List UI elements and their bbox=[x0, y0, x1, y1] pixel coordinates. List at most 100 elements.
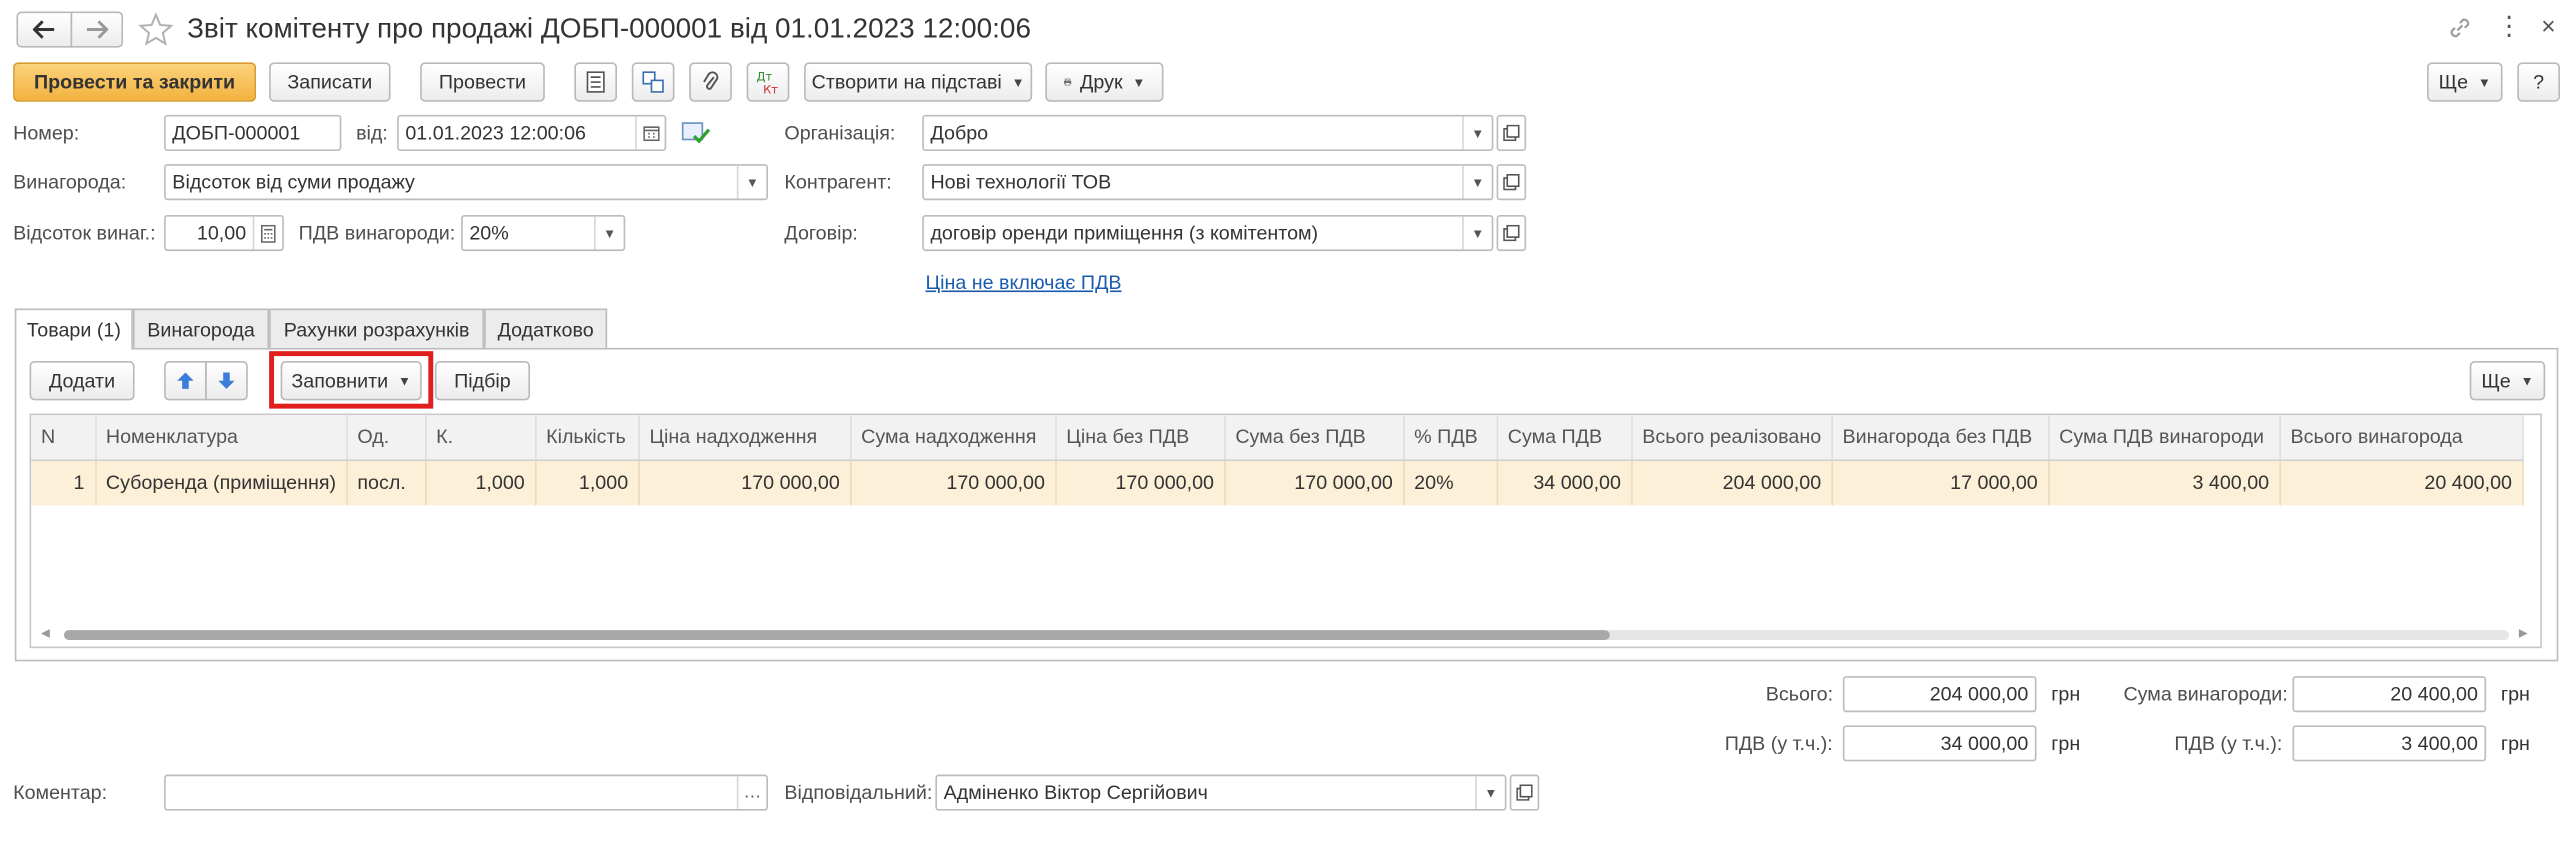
horizontal-scrollbar[interactable]: ◀ ▶ bbox=[31, 625, 2540, 645]
reward-percent-field[interactable]: 10,00 bbox=[164, 214, 284, 252]
column-header-total-reward[interactable]: Всього винагорода bbox=[2279, 415, 2524, 461]
fill-label: Заповнити bbox=[291, 369, 389, 393]
cell-total-reward[interactable]: 20 400,00 bbox=[2279, 459, 2524, 506]
column-header-price-no-vat[interactable]: Ціна без ПДВ bbox=[1055, 415, 1226, 461]
document-list-button[interactable] bbox=[574, 62, 618, 102]
pick-button[interactable]: Підбір bbox=[434, 361, 531, 401]
accounting-entries-button[interactable]: Дт Кт bbox=[746, 62, 790, 102]
forward-button[interactable] bbox=[70, 11, 124, 48]
cell-reward-vat[interactable]: 3 400,00 bbox=[2048, 459, 2281, 506]
move-down-button[interactable] bbox=[205, 361, 248, 401]
column-header-n[interactable]: N bbox=[31, 415, 96, 461]
counterparty-field[interactable]: Нові технології ТОВ ▼ bbox=[922, 164, 1494, 201]
cell-receipt-sum[interactable]: 170 000,00 bbox=[850, 459, 1057, 506]
cell-price-no-vat[interactable]: 170 000,00 bbox=[1055, 459, 1226, 506]
responsible-field[interactable]: Адміненко Віктор Сергійович ▼ bbox=[935, 774, 1507, 811]
back-button[interactable] bbox=[16, 11, 73, 48]
reward-vat-total-value: 3 400,00 bbox=[2401, 731, 2478, 755]
chevron-down-icon: ▼ bbox=[398, 373, 412, 389]
vat-total-value: 34 000,00 bbox=[1940, 731, 2029, 755]
column-header-quantity[interactable]: Кількість bbox=[535, 415, 640, 461]
structure-button[interactable] bbox=[631, 62, 675, 102]
print-button[interactable]: Друк ▼ bbox=[1045, 62, 1164, 102]
table-row[interactable]: 1 Суборенда (приміщення) посл. 1,000 1,0… bbox=[31, 459, 2524, 506]
column-header-receipt-sum[interactable]: Сума надходження bbox=[850, 415, 1057, 461]
add-row-button[interactable]: Додати bbox=[29, 361, 135, 401]
more-button[interactable]: Ще ▼ bbox=[2427, 62, 2503, 102]
fill-button[interactable]: Заповнити ▼ bbox=[280, 361, 422, 401]
cell-vat-rate[interactable]: 20% bbox=[1403, 459, 1498, 506]
column-header-sum-no-vat[interactable]: Сума без ПДВ bbox=[1224, 415, 1405, 461]
date-field[interactable]: 01.01.2023 12:00:06 bbox=[397, 114, 667, 151]
responsible-value: Адміненко Віктор Сергійович bbox=[943, 781, 1208, 805]
tab-reward[interactable]: Винагорода bbox=[132, 308, 270, 348]
chevron-down-icon[interactable]: ▼ bbox=[1462, 216, 1492, 250]
price-excludes-vat-link[interactable]: Ціна не включає ПДВ bbox=[926, 269, 1122, 295]
cell-quantity[interactable]: 1,000 bbox=[535, 459, 640, 506]
column-header-vat-sum[interactable]: Сума ПДВ bbox=[1497, 415, 1633, 461]
attach-button[interactable] bbox=[689, 62, 732, 102]
chevron-down-icon[interactable]: ▼ bbox=[1462, 165, 1492, 199]
cell-coef[interactable]: 1,000 bbox=[425, 459, 537, 506]
date-value: 01.01.2023 12:00:06 bbox=[405, 121, 587, 145]
close-icon[interactable]: × bbox=[2537, 13, 2560, 43]
column-header-total-sold[interactable]: Всього реалізовано bbox=[1631, 415, 1833, 461]
link-icon[interactable] bbox=[2447, 15, 2473, 41]
ellipsis-icon[interactable]: … bbox=[736, 776, 767, 810]
reward-type-select[interactable]: Відсоток від суми продажу ▼ bbox=[164, 164, 768, 201]
more-menu-icon[interactable]: ⋮ bbox=[2496, 13, 2522, 43]
reward-vat-select[interactable]: 20% ▼ bbox=[461, 214, 626, 252]
calculator-icon[interactable] bbox=[252, 216, 283, 250]
cell-n[interactable]: 1 bbox=[31, 459, 96, 506]
calendar-icon[interactable] bbox=[635, 116, 665, 150]
open-counterparty-button[interactable] bbox=[1496, 164, 1527, 201]
help-button[interactable]: ? bbox=[2517, 62, 2560, 102]
cell-reward-no-vat[interactable]: 17 000,00 bbox=[1831, 459, 2050, 506]
move-up-button[interactable] bbox=[164, 361, 207, 401]
reward-vat-total-currency: грн bbox=[2500, 731, 2530, 755]
chevron-down-icon: ▼ bbox=[2520, 373, 2534, 389]
cell-item[interactable]: Суборенда (приміщення) bbox=[95, 459, 348, 506]
open-responsible-button[interactable] bbox=[1509, 774, 1540, 811]
tab-goods[interactable]: Товари (1) bbox=[14, 308, 133, 350]
favorite-star-icon[interactable] bbox=[138, 11, 174, 47]
cell-vat-sum[interactable]: 34 000,00 bbox=[1497, 459, 1633, 506]
open-window-icon bbox=[1503, 224, 1520, 242]
window-title: Звіт комітенту про продажі ДОБП-000001 в… bbox=[187, 13, 1031, 45]
open-contract-button[interactable] bbox=[1496, 214, 1527, 252]
column-header-reward-no-vat[interactable]: Винагорода без ПДВ bbox=[1831, 415, 2050, 461]
column-header-reward-vat[interactable]: Сума ПДВ винагороди bbox=[2048, 415, 2281, 461]
total-currency: грн bbox=[2051, 682, 2081, 706]
scrollbar-thumb[interactable] bbox=[63, 630, 1610, 640]
column-header-coef[interactable]: К. bbox=[425, 415, 537, 461]
column-header-item[interactable]: Номенклатура bbox=[95, 415, 348, 461]
tab-settlement-accounts[interactable]: Рахунки розрахунків bbox=[269, 308, 485, 348]
dt-kt-icon: ДтКт bbox=[757, 69, 779, 95]
comment-field[interactable]: … bbox=[164, 774, 768, 811]
cell-receipt-price[interactable]: 170 000,00 bbox=[638, 459, 852, 506]
column-header-unit[interactable]: Од. bbox=[346, 415, 427, 461]
number-field[interactable]: ДОБП-000001 bbox=[164, 114, 342, 151]
scroll-right-icon[interactable]: ▶ bbox=[2519, 625, 2528, 645]
organization-label: Організація: bbox=[784, 121, 896, 145]
chevron-down-icon[interactable]: ▼ bbox=[1475, 776, 1505, 810]
scroll-left-icon[interactable]: ◀ bbox=[41, 625, 50, 645]
tab-additional[interactable]: Додатково bbox=[484, 308, 608, 348]
cell-total-sold[interactable]: 204 000,00 bbox=[1631, 459, 1833, 506]
vat-total-field: 34 000,00 bbox=[1842, 725, 2037, 762]
post-button[interactable]: Провести bbox=[420, 62, 545, 102]
table-more-button[interactable]: Ще ▼ bbox=[2469, 361, 2546, 401]
open-organization-button[interactable] bbox=[1496, 114, 1527, 151]
contract-field[interactable]: договір оренди приміщення (з комітентом)… bbox=[922, 214, 1494, 252]
post-and-close-button[interactable]: Провести та закрити bbox=[13, 62, 256, 102]
cell-unit[interactable]: посл. bbox=[346, 459, 427, 506]
chevron-down-icon[interactable]: ▼ bbox=[1462, 116, 1492, 150]
chevron-down-icon[interactable]: ▼ bbox=[736, 165, 767, 199]
column-header-vat-rate[interactable]: % ПДВ bbox=[1403, 415, 1498, 461]
cell-sum-no-vat[interactable]: 170 000,00 bbox=[1224, 459, 1405, 506]
create-based-on-button[interactable]: Створити на підставі ▼ bbox=[804, 62, 1033, 102]
organization-field[interactable]: Добро ▼ bbox=[922, 114, 1494, 151]
column-header-receipt-price[interactable]: Ціна надходження bbox=[638, 415, 852, 461]
save-button[interactable]: Записати bbox=[269, 62, 391, 102]
chevron-down-icon[interactable]: ▼ bbox=[594, 216, 624, 250]
